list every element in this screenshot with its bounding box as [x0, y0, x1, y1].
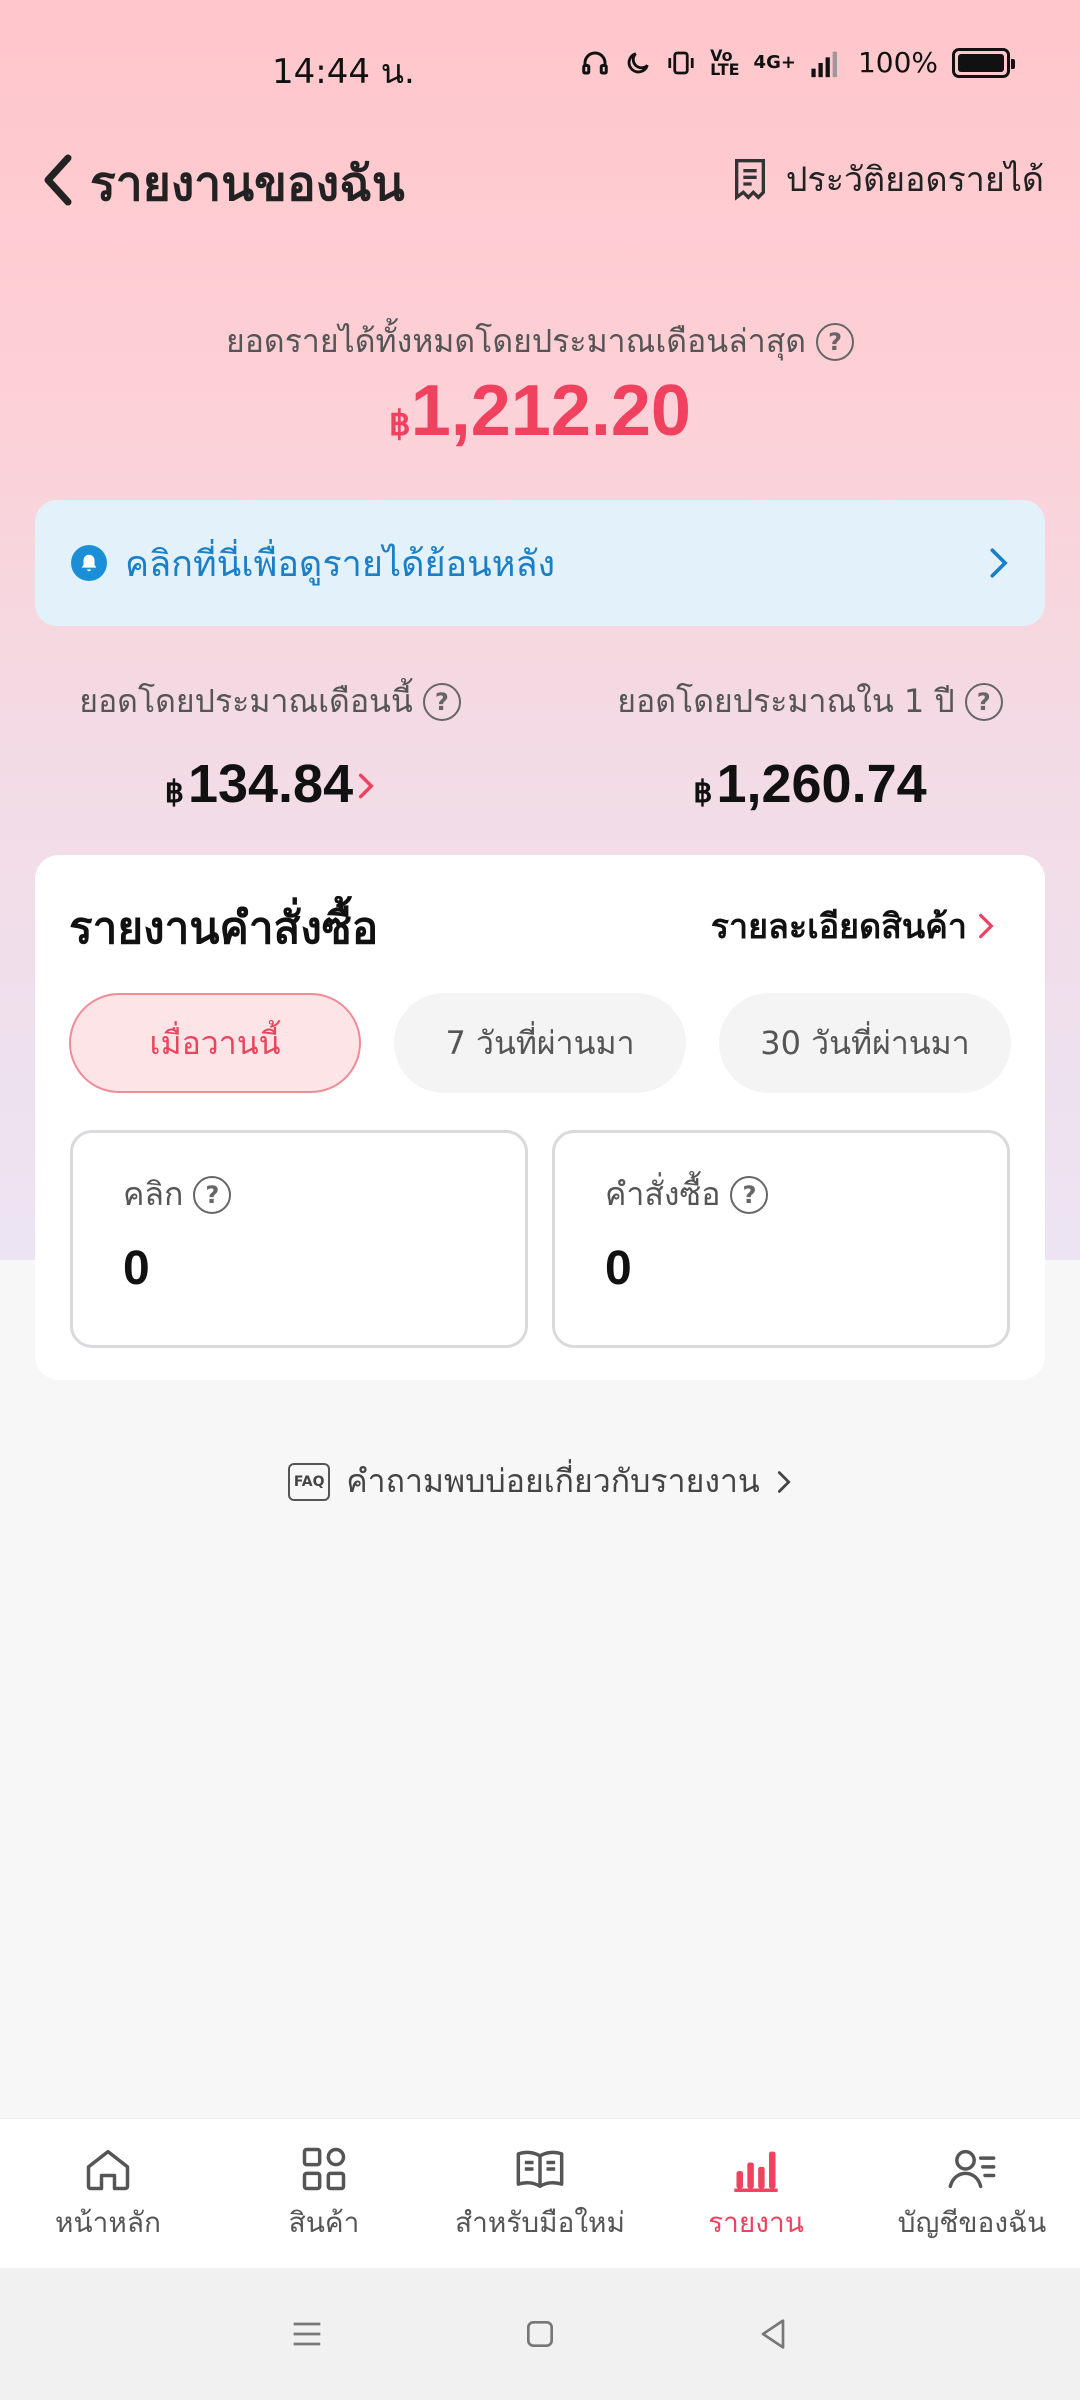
metric-orders-value: 0: [605, 1242, 632, 1295]
faq-icon: FAQ: [288, 1462, 331, 1501]
back-arrow-icon[interactable]: [38, 150, 78, 210]
vibrate-icon: [668, 51, 694, 74]
system-navigation-bar: [0, 2268, 1080, 2400]
product-details-link[interactable]: รายละเอียดสินค้า: [711, 899, 995, 953]
chevron-right-icon: [359, 773, 374, 799]
faq-text: คำถามพบบ่อยเกี่ยวกับรายงาน: [346, 1462, 760, 1500]
chevron-right-icon: [990, 548, 1008, 578]
range-tab-label: เมื่อวานนี้: [149, 1023, 281, 1062]
status-icons: Vo LTE 4G+ 100%: [580, 45, 1015, 79]
account-icon: [948, 2149, 996, 2188]
estimate-year-label: ยอดโดยประมาณใน 1 ปี: [617, 682, 955, 720]
order-report-card: รายงานคำสั่งซื้อ รายละเอียดสินค้า เมื่อว…: [35, 855, 1045, 1380]
total-income-label: ยอดรายได้ทั้งหมดโดยประมาณเดือนล่าสุด: [225, 322, 807, 360]
nav-item-label: บัญชีของฉัน: [897, 2205, 1047, 2239]
range-tab-7-days[interactable]: 7 วันที่ผ่านมา: [394, 993, 686, 1093]
total-income-amount: ฿1,212.20: [0, 370, 1080, 452]
volte-icon: Vo LTE: [710, 45, 740, 79]
metric-orders: คำสั่งซื้อ ? 0: [552, 1130, 1010, 1348]
network-icon: 4G+: [753, 52, 796, 73]
nav-item-label: สินค้า: [288, 2205, 360, 2239]
estimate-month[interactable]: ยอดโดยประมาณเดือนนี้ ? ฿ 134.84: [0, 676, 540, 815]
bottom-navigation: หน้าหลัก สินค้า สำหรับมือใหม่ รายงาน บัญ…: [0, 2118, 1080, 2268]
past-income-banner[interactable]: คลิกที่นี่เพื่อดูรายได้ย้อนหลัง: [35, 500, 1045, 626]
help-icon[interactable]: ?: [422, 682, 461, 721]
metric-clicks: คลิก ? 0: [70, 1130, 528, 1348]
home-icon: [86, 2149, 130, 2190]
status-time: 14:44 น.: [272, 52, 415, 92]
estimate-month-label: ยอดโดยประมาณเดือนนี้: [79, 682, 413, 720]
moon-icon: [627, 51, 649, 73]
receipt-icon: [734, 159, 765, 201]
help-icon[interactable]: ?: [816, 322, 855, 361]
status-bar: 14:44 น. Vo LTE 4G+ 100%: [0, 0, 1080, 136]
nav-item-beginners[interactable]: สำหรับมือใหม่: [432, 2119, 648, 2268]
estimate-year-label-row: ยอดโดยประมาณใน 1 ปี ?: [540, 676, 1080, 727]
estimate-year-value: 1,260.74: [716, 754, 927, 814]
help-icon[interactable]: ?: [730, 1175, 769, 1214]
metric-orders-label: คำสั่งซื้อ: [605, 1175, 721, 1213]
nav-item-label: รายงาน: [708, 2205, 804, 2239]
signal-icon: [811, 51, 837, 77]
grid-icon: [302, 2147, 346, 2190]
income-history-button[interactable]: ประวัติยอดรายได้: [730, 152, 1044, 206]
estimate-month-value: 134.84: [187, 754, 354, 814]
product-details-label: รายละเอียดสินค้า: [710, 907, 967, 947]
nav-item-label: หน้าหลัก: [55, 2205, 161, 2239]
currency-symbol: ฿: [693, 776, 713, 809]
metric-clicks-value: 0: [123, 1242, 150, 1295]
order-report-title: รายงานคำสั่งซื้อ: [69, 903, 379, 954]
headphones-icon: [582, 51, 608, 74]
battery-icon: [952, 47, 1015, 78]
total-income-value: 1,212.20: [410, 371, 691, 451]
nav-item-account[interactable]: บัญชีของฉัน: [864, 2119, 1080, 2268]
bell-icon: [71, 545, 107, 581]
faq-link[interactable]: FAQ คำถามพบบ่อยเกี่ยวกับรายงาน: [0, 1456, 1080, 1507]
nav-item-reports[interactable]: รายงาน: [648, 2119, 864, 2268]
nav-item-products[interactable]: สินค้า: [216, 2119, 432, 2268]
home-square-icon[interactable]: [520, 2314, 560, 2354]
past-income-banner-text: คลิกที่นี่เพื่อดูรายได้ย้อนหลัง: [125, 543, 556, 585]
currency-symbol: ฿: [164, 776, 184, 809]
currency-symbol: ฿: [389, 405, 411, 443]
metric-clicks-label-row: คลิก ?: [123, 1169, 232, 1220]
estimate-year: ยอดโดยประมาณใน 1 ปี ? ฿ 1,260.74: [540, 676, 1080, 815]
estimate-month-amount: ฿ 134.84: [0, 753, 540, 815]
range-tab-label: 30 วันที่ผ่านมา: [760, 1023, 970, 1062]
help-icon[interactable]: ?: [193, 1175, 232, 1214]
income-history-label: ประวัติยอดรายได้: [785, 160, 1044, 200]
back-triangle-icon[interactable]: [753, 2314, 793, 2354]
help-icon[interactable]: ?: [964, 682, 1003, 721]
estimate-year-amount: ฿ 1,260.74: [540, 753, 1080, 815]
total-income-label-row: ยอดรายได้ทั้งหมดโดยประมาณเดือนล่าสุด ?: [0, 316, 1080, 367]
metric-orders-label-row: คำสั่งซื้อ ?: [605, 1169, 769, 1220]
nav-item-label: สำหรับมือใหม่: [455, 2205, 625, 2239]
chevron-right-icon: [979, 913, 994, 939]
bar-chart-icon: [734, 2151, 778, 2192]
nav-item-home[interactable]: หน้าหลัก: [0, 2119, 216, 2268]
metric-clicks-label: คลิก: [123, 1175, 184, 1213]
estimate-month-label-row: ยอดโดยประมาณเดือนนี้ ?: [0, 676, 540, 727]
range-tab-yesterday[interactable]: เมื่อวานนี้: [69, 993, 361, 1093]
menu-icon[interactable]: [287, 2314, 327, 2354]
battery-percent: 100%: [857, 46, 938, 79]
range-tab-30-days[interactable]: 30 วันที่ผ่านมา: [719, 993, 1011, 1093]
page-title: รายงานของฉัน: [90, 156, 405, 212]
range-tab-label: 7 วันที่ผ่านมา: [445, 1023, 635, 1062]
book-icon: [516, 2150, 564, 2188]
chevron-right-icon: [777, 1470, 791, 1493]
